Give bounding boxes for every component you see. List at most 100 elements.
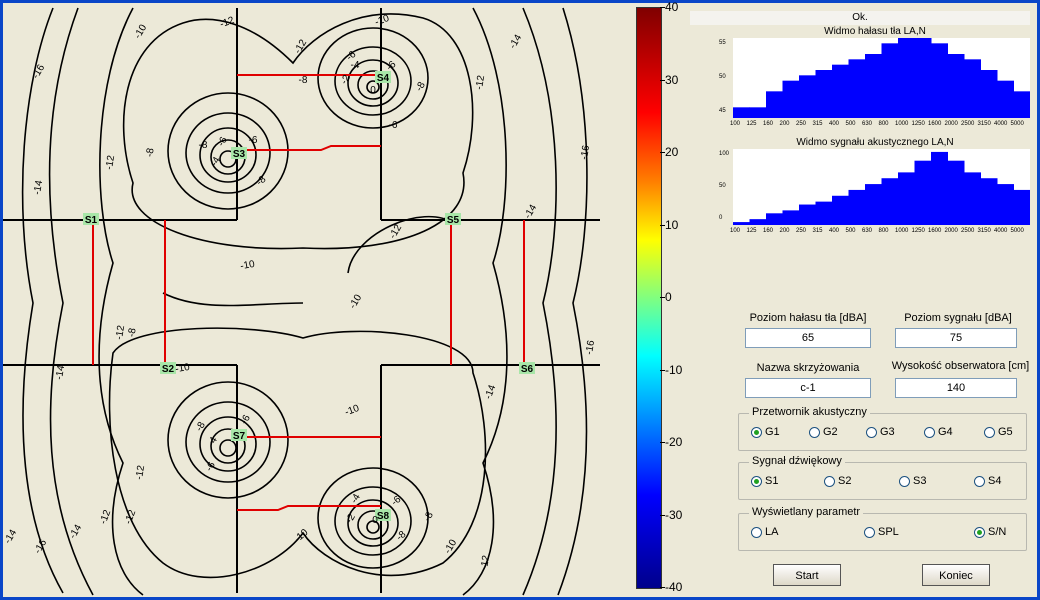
spectrum-bar	[931, 151, 948, 225]
colorbar-tick-label: 0	[665, 290, 672, 304]
colorbar-tick	[660, 297, 665, 298]
observer-height-input[interactable]	[895, 378, 1017, 398]
spectrum-y-tick: 50	[719, 74, 726, 80]
status-text: Ok.	[690, 11, 1030, 25]
spectrum-bar	[766, 91, 783, 118]
signal-spectrum-chart	[733, 149, 1031, 225]
contour-line	[522, 7, 557, 596]
spectrum-x-tick: 3150	[977, 228, 991, 234]
contour-label: -6	[384, 59, 398, 73]
radio-indicator[interactable]	[866, 426, 877, 438]
spectrum-bar	[947, 160, 965, 225]
spectrum-x-tick: 160	[763, 228, 774, 234]
radio-signal-s2[interactable]: S2	[824, 475, 851, 487]
spectrum-y-tick: 0	[719, 215, 723, 221]
radio-signal-s4[interactable]: S4	[974, 475, 1001, 487]
sensor-label: S8	[377, 511, 390, 522]
spectrum-x-tick: 5000	[1010, 228, 1024, 234]
contour-label: -4	[351, 60, 360, 71]
spectrum-bar	[848, 189, 866, 225]
noise-level-input[interactable]	[745, 328, 871, 348]
crossing-name-input[interactable]	[745, 378, 871, 398]
spectrum-bar	[997, 184, 1014, 225]
spectrum-x-tick: 400	[829, 121, 840, 127]
spectrum-x-tick: 400	[829, 228, 840, 234]
contour-line	[557, 7, 588, 596]
radio-label: G1	[765, 426, 780, 438]
contour-label: -16	[579, 144, 592, 161]
radio-parameter-la[interactable]: LA	[751, 526, 778, 538]
radio-label: SPL	[878, 526, 899, 538]
quit-button[interactable]: Koniec	[922, 564, 990, 586]
spectrum-x-tick: 1600	[928, 228, 942, 234]
spectrum-bar	[898, 172, 915, 225]
spectrum-bar	[766, 213, 783, 225]
contour-line	[162, 292, 304, 307]
contour-label: -14	[3, 527, 19, 545]
spectrum-bar	[733, 222, 750, 225]
radio-signal-s3[interactable]: S3	[899, 475, 926, 487]
colorbar-tick	[660, 79, 665, 81]
transducer-group: Przetwornik akustyczny G1 G2 G3 G4 G5	[738, 406, 1027, 451]
colorbar-tick-label: 40	[665, 0, 679, 14]
contour-label: -14	[483, 383, 498, 401]
signal-level-label: Poziom sygnału [dBA]	[904, 312, 1012, 324]
radio-indicator[interactable]	[864, 526, 875, 538]
spectrum-bar	[881, 43, 899, 118]
noise-spectrum-title: Widmo hałasu tła LA,N	[824, 26, 926, 37]
contour-label: -8	[199, 140, 208, 151]
radio-indicator[interactable]	[751, 475, 762, 487]
radio-transducer-g5[interactable]: G5	[984, 426, 1013, 438]
noise-level-label: Poziom hałasu tła [dBA]	[749, 312, 867, 324]
crosswalk	[237, 505, 381, 511]
spectrum-bar	[733, 107, 750, 118]
spectrum-bar	[881, 178, 899, 225]
contour-label: -12	[114, 324, 127, 341]
spectrum-x-tick: 2000	[944, 228, 958, 234]
spectrum-x-tick: 250	[796, 121, 807, 127]
spectrum-bar	[782, 80, 800, 118]
radio-indicator[interactable]	[899, 475, 910, 487]
contour-label: -12	[134, 464, 147, 481]
radio-indicator[interactable]	[984, 426, 995, 438]
radio-indicator[interactable]	[824, 475, 835, 487]
contour-map[interactable]: S1 S2 S3 S4 S5 S6 S7 S8 -16 -14 -12 -14 -12 -16 -14 -1…	[3, 3, 603, 597]
colorbar-tick-label: -20	[665, 435, 683, 449]
spectrum-x-tick: 630	[862, 121, 873, 127]
spectrum-x-tick: 1000	[895, 121, 909, 127]
radio-indicator[interactable]	[974, 526, 985, 538]
contour-label: -6	[389, 120, 398, 131]
spectrum-x-tick: 2000	[944, 121, 958, 127]
radio-transducer-g4[interactable]: G4	[924, 426, 953, 438]
spectrum-bar	[1013, 189, 1031, 225]
contour-line	[185, 401, 271, 483]
radio-transducer-g3[interactable]: G3	[866, 426, 895, 438]
radio-parameter-spl[interactable]: SPL	[864, 526, 899, 538]
radio-signal-s1[interactable]: S1	[751, 475, 778, 487]
contour-label: -14	[507, 32, 524, 50]
radio-label: G2	[823, 426, 838, 438]
radio-indicator[interactable]	[924, 426, 935, 438]
signal-level-input[interactable]	[895, 328, 1017, 348]
sensor-label: S4	[377, 73, 390, 84]
radio-parameter-sn[interactable]: S/N	[974, 526, 1006, 538]
start-button[interactable]: Start	[773, 564, 841, 586]
transducer-group-title: Przetwornik akustyczny	[749, 406, 870, 418]
colorbar-tick	[660, 442, 665, 443]
radio-indicator[interactable]	[809, 426, 820, 438]
colorbar-tick	[660, 587, 665, 588]
client-area: S1 S2 S3 S4 S5 S6 S7 S8 -16 -14 -12 -14 -12 -16 -14 -1…	[3, 0, 1037, 597]
radio-indicator[interactable]	[751, 426, 762, 438]
radio-transducer-g2[interactable]: G2	[809, 426, 838, 438]
crossing-name-label: Nazwa skrzyżowania	[756, 362, 860, 374]
radio-transducer-g1[interactable]: G1	[751, 426, 780, 438]
noise-spectrum-chart	[733, 38, 1031, 118]
signal-group-title: Sygnał dźwiękowy	[749, 455, 845, 467]
radio-indicator[interactable]	[751, 526, 762, 538]
spectrum-y-tick: 55	[719, 40, 726, 46]
contour-line	[98, 7, 144, 596]
contour-label: 0	[370, 85, 376, 96]
radio-indicator[interactable]	[974, 475, 985, 487]
spectrum-x-tick: 2500	[961, 121, 975, 127]
signal-spectrum-svg	[733, 151, 1031, 225]
